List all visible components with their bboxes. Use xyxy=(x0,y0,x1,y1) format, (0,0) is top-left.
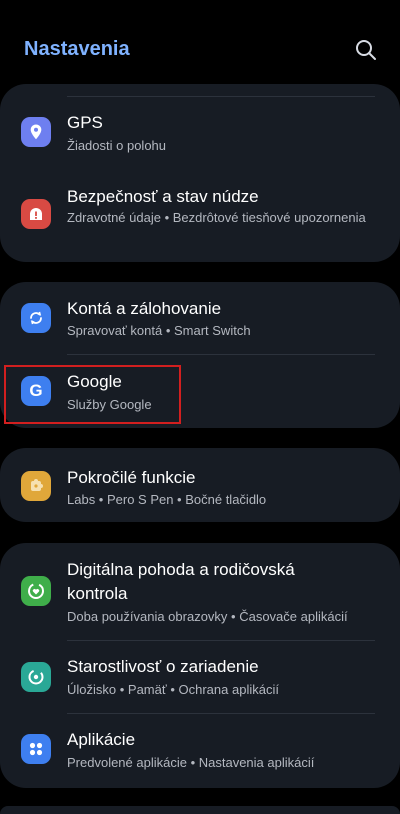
location-icon xyxy=(21,117,51,147)
item-title-line1: Digitálna pohoda a rodičovská xyxy=(67,560,295,579)
page-title: Nastavenia xyxy=(24,38,130,60)
settings-item-gps[interactable]: GPS Žiadosti o polohu xyxy=(0,100,400,162)
apps-icon xyxy=(21,734,51,764)
item-subtitle: Úložisko • Pamäť • Ochrana aplikácií xyxy=(67,682,279,697)
item-title: Kontá a zálohovanie xyxy=(67,299,222,318)
settings-item-device-care[interactable]: Starostlivosť o zariadenie Úložisko • Pa… xyxy=(0,646,400,712)
settings-card-partial xyxy=(0,806,400,814)
settings-item-accounts[interactable]: Kontá a zálohovanie Spravovať kontá • Sm… xyxy=(0,286,400,354)
selection-highlight xyxy=(4,365,181,424)
item-title-line2: kontrola xyxy=(67,584,128,603)
item-subtitle: Doba používania obrazovky • Časovače apl… xyxy=(67,609,348,624)
device-care-icon xyxy=(21,662,51,692)
search-button[interactable] xyxy=(352,36,380,64)
item-title: Aplikácie xyxy=(67,730,136,749)
item-title: Pokročilé funkcie xyxy=(67,468,196,487)
header: Nastavenia xyxy=(0,0,400,84)
settings-item-digital-wellbeing[interactable]: Digitálna pohoda a rodičovská kontrola D… xyxy=(0,547,400,639)
settings-item-advanced-features[interactable]: Pokročilé funkcie Labs • Pero S Pen • Bo… xyxy=(0,452,400,518)
sync-icon xyxy=(21,303,51,333)
settings-item-safety[interactable]: Bezpečnosť a stav núdze Zdravotné údaje … xyxy=(0,174,400,256)
item-subtitle: Predvolené aplikácie • Nastavenia apliká… xyxy=(67,755,315,770)
item-subtitle: Labs • Pero S Pen • Bočné tlačidlo xyxy=(67,492,267,507)
item-title: Bezpečnosť a stav núdze xyxy=(67,187,259,206)
item-subtitle: Zdravotné údaje • Bezdrôtové tiesňové up… xyxy=(67,210,366,225)
puzzle-icon xyxy=(21,471,51,501)
item-subtitle: Spravovať kontá • Smart Switch xyxy=(67,323,251,338)
item-title: Starostlivosť o zariadenie xyxy=(67,657,259,676)
item-subtitle: Žiadosti o polohu xyxy=(67,138,167,153)
divider xyxy=(67,96,375,97)
item-title: GPS xyxy=(67,113,103,132)
settings-item-apps[interactable]: Aplikácie Predvolené aplikácie • Nastave… xyxy=(0,718,400,784)
emergency-icon xyxy=(21,199,51,229)
divider xyxy=(67,640,375,641)
search-icon xyxy=(356,40,376,60)
wellbeing-icon xyxy=(21,576,51,606)
divider xyxy=(67,713,375,714)
divider xyxy=(67,354,375,355)
